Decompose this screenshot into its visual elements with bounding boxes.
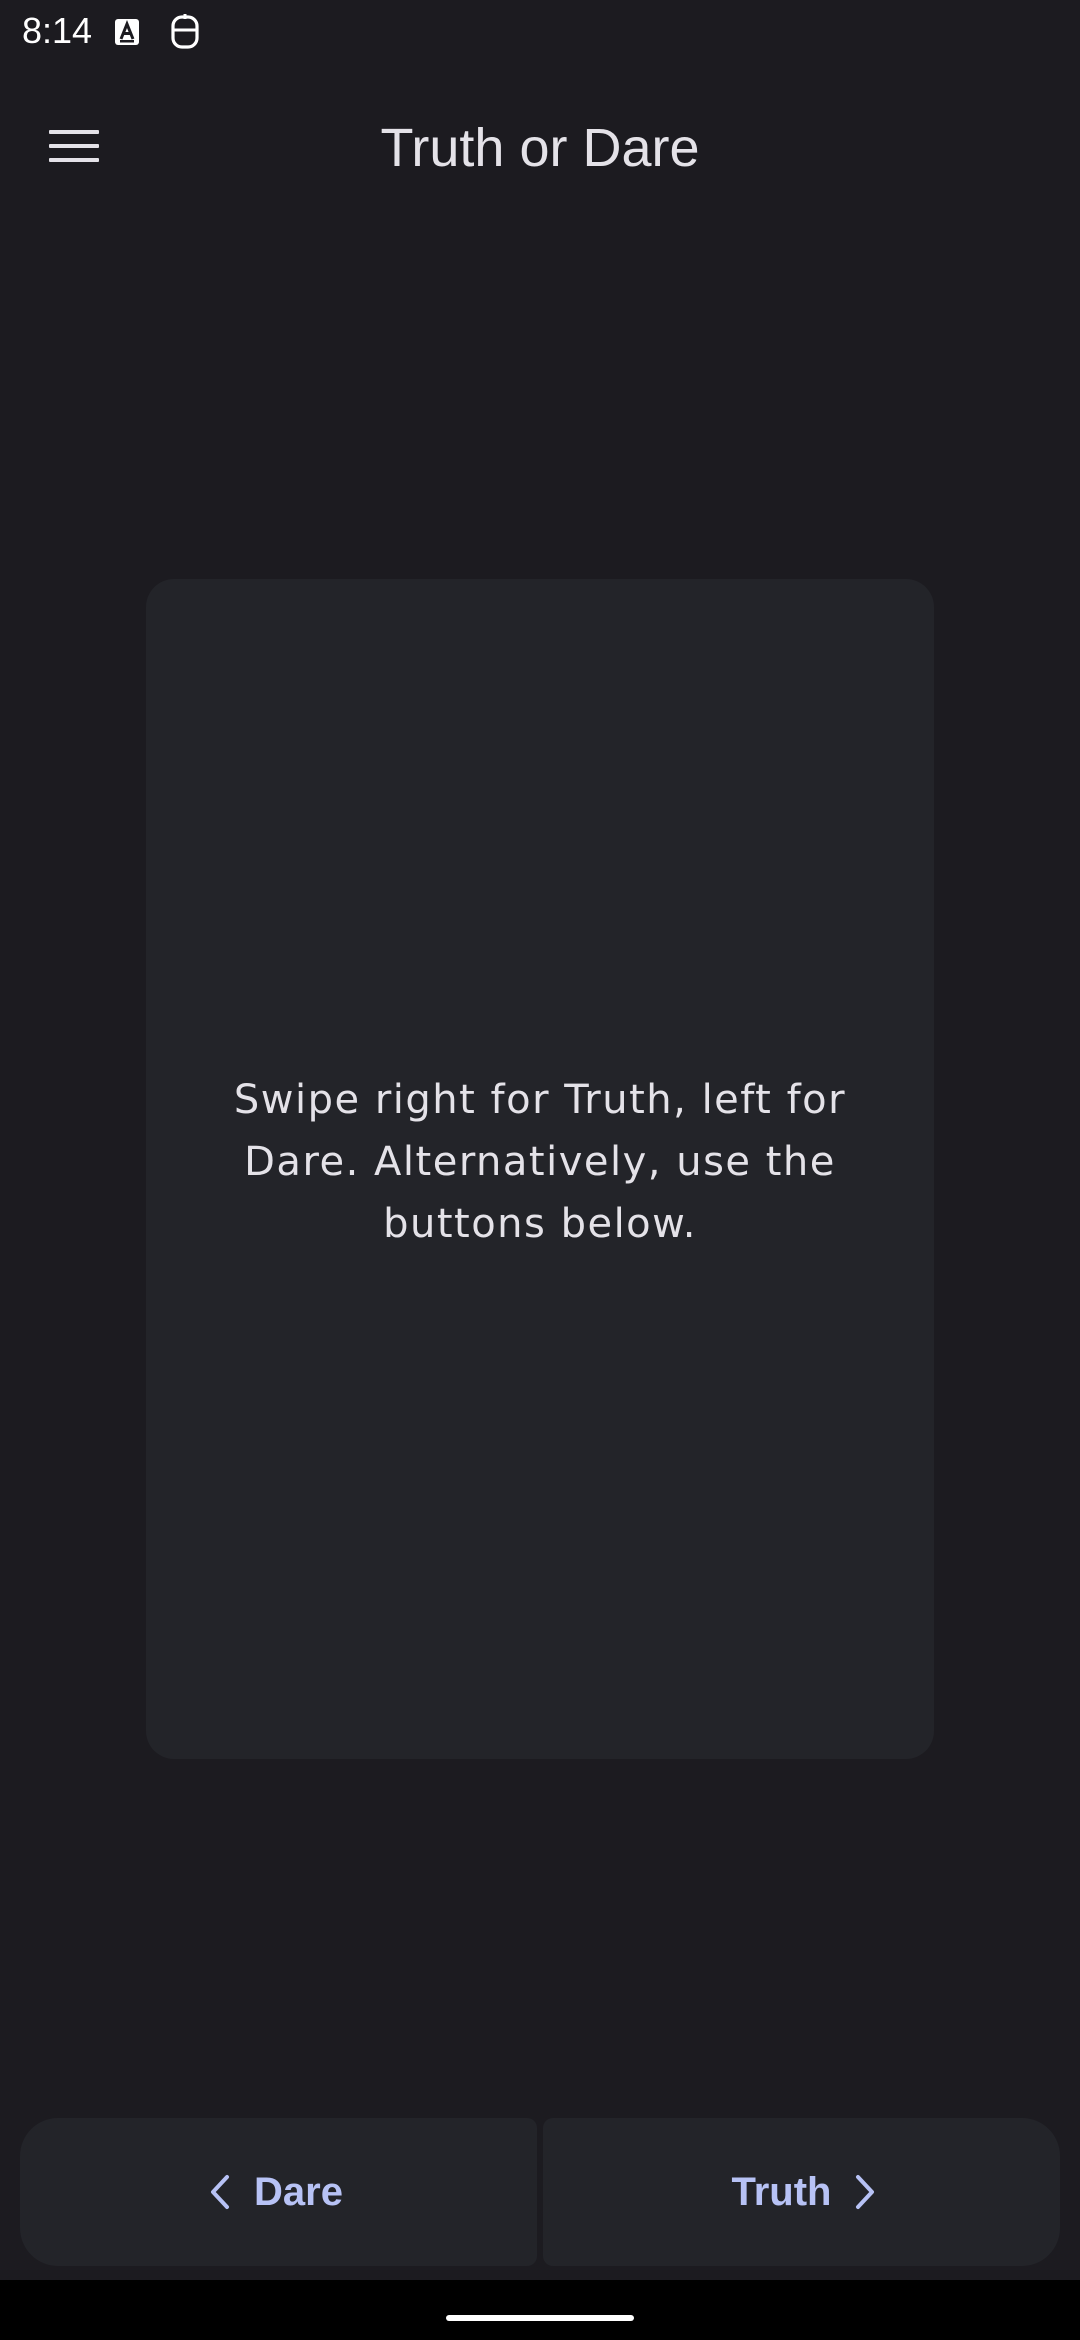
- dare-button[interactable]: Dare: [20, 2118, 537, 2266]
- gesture-navigation-area: [0, 2280, 1080, 2340]
- status-time: 8:14: [22, 10, 93, 51]
- gesture-handle[interactable]: [446, 2315, 634, 2321]
- dare-button-label: Dare: [254, 2169, 343, 2214]
- status-bar: 8:14: [0, 0, 1080, 64]
- chevron-right-icon: [845, 2172, 885, 2212]
- chevron-left-icon: [200, 2172, 240, 2212]
- a-badge-icon: [114, 18, 140, 46]
- bottom-button-bar: Dare Truth: [20, 2118, 1060, 2266]
- truth-button[interactable]: Truth: [543, 2118, 1060, 2266]
- card-instructions-text: Swipe right for Truth, left for Dare. Al…: [233, 1077, 847, 1247]
- face-icon: [170, 14, 200, 50]
- prompt-card[interactable]: Swipe right for Truth, left for Dare. Al…: [146, 579, 934, 1759]
- page-title: Truth or Dare: [380, 118, 700, 178]
- truth-button-label: Truth: [731, 2169, 832, 2214]
